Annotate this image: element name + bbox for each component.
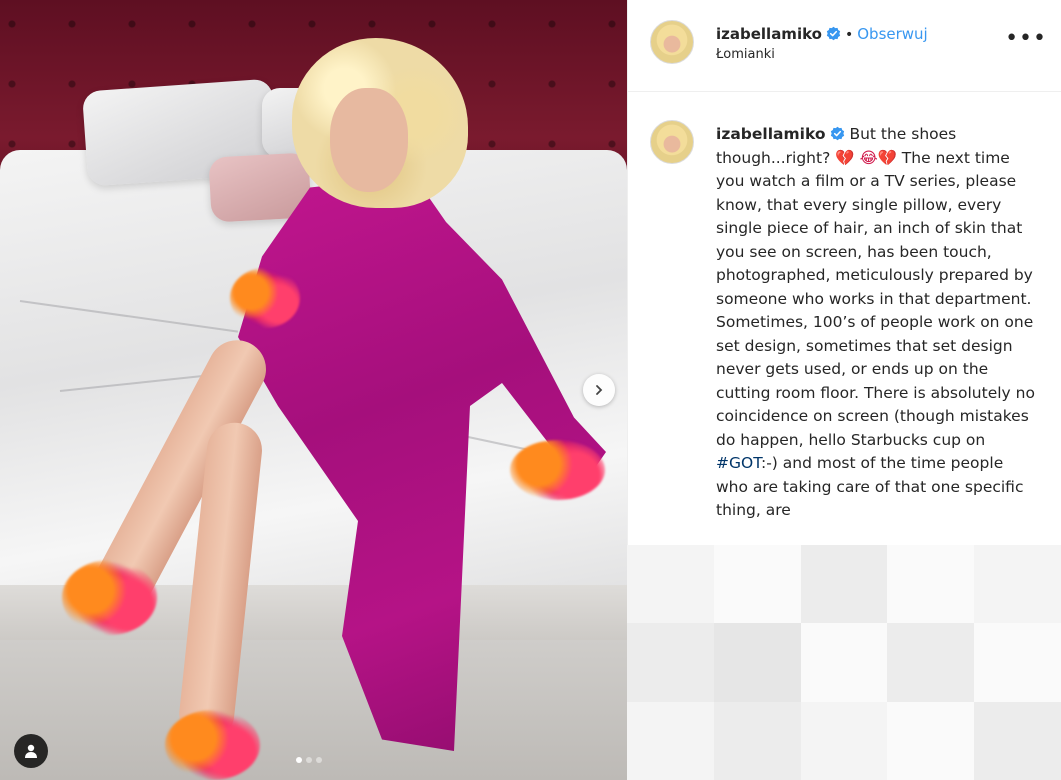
post-header: izabellamiko • Obserwuj Łomianki ••• [628, 0, 1061, 92]
sleeve-fluff [230, 268, 300, 328]
face [330, 88, 408, 192]
shoe-fluff [165, 710, 260, 780]
header-line: izabellamiko • Obserwuj [716, 24, 928, 43]
emoji-hearts: 💔 😂💔 [835, 148, 897, 167]
shoe-fluff [62, 560, 157, 635]
carousel-dot[interactable] [316, 757, 322, 763]
follow-button[interactable]: Obserwuj [857, 25, 927, 43]
sleeve-fluff [510, 440, 605, 500]
caption-username-link[interactable]: izabellamiko [716, 125, 826, 143]
carousel-dots [296, 757, 322, 763]
carousel-dot[interactable] [296, 757, 302, 763]
next-slide-button[interactable] [583, 374, 615, 406]
hashtag-link[interactable]: #GOT [716, 454, 761, 472]
pixelated-overlay [627, 545, 1061, 780]
chevron-right-icon [596, 385, 603, 395]
post-photo[interactable] [0, 0, 627, 780]
avatar[interactable] [650, 20, 694, 64]
caption-avatar[interactable] [650, 120, 694, 164]
verified-badge-icon [830, 126, 844, 141]
more-options-button[interactable]: ••• [1005, 28, 1047, 50]
user-tag-button[interactable] [14, 734, 48, 768]
caption-body-part2: The next time you watch a film or a TV s… [716, 148, 1035, 449]
separator-dot: • [844, 27, 854, 43]
caption-body-part3: :-) and most of the time people who are … [716, 454, 1024, 519]
location-link[interactable]: Łomianki [716, 47, 775, 62]
user-tag-icon [25, 744, 37, 758]
username-link[interactable]: izabellamiko [716, 25, 822, 43]
carousel-dot[interactable] [306, 757, 312, 763]
caption-text: izabellamiko But the shoes though...righ… [716, 123, 1036, 523]
verified-badge-icon [826, 26, 841, 41]
comments-area: izabellamiko But the shoes though...righ… [628, 92, 1061, 552]
